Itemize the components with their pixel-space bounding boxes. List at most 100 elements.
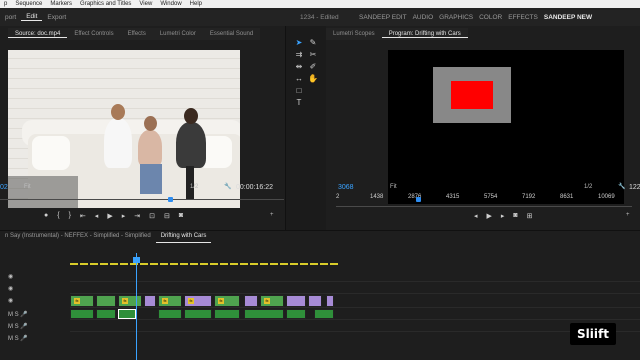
video-clip[interactable]: [326, 295, 334, 307]
video-clip[interactable]: [286, 295, 306, 307]
insert-icon[interactable]: ⊡: [149, 212, 155, 220]
step-forward-icon[interactable]: ▸: [122, 212, 126, 220]
eye-icon[interactable]: ◉: [8, 273, 13, 280]
rectangle-tool-icon[interactable]: □: [294, 86, 304, 96]
track-header-a1[interactable]: M S 🎤: [0, 309, 70, 320]
camera-icon[interactable]: ◙: [513, 212, 517, 220]
go-to-in-icon[interactable]: ⇤: [80, 212, 86, 220]
audio-clip[interactable]: [314, 309, 334, 319]
mic-icon[interactable]: M S 🎤: [8, 335, 28, 342]
eye-icon[interactable]: ◉: [8, 285, 13, 292]
pencil-tool-icon[interactable]: ✐: [308, 62, 318, 72]
video-clip[interactable]: [96, 295, 116, 307]
camera-icon[interactable]: ◙: [179, 212, 183, 220]
menu-item-markers[interactable]: Markers: [46, 1, 76, 7]
type-tool-icon[interactable]: T: [294, 98, 304, 108]
audio-clip[interactable]: [184, 309, 212, 319]
track-header-v1[interactable]: ◉: [0, 295, 70, 306]
track-header-v2[interactable]: ◉: [0, 283, 70, 294]
overwrite-icon[interactable]: ⊟: [164, 212, 170, 220]
audio-clip[interactable]: [214, 309, 240, 319]
video-clip[interactable]: [144, 295, 156, 307]
video-clip[interactable]: fx: [260, 295, 284, 307]
audio-clip[interactable]: [158, 309, 182, 319]
tab-program[interactable]: Program: Drifting with Cars: [381, 31, 468, 38]
tab-export[interactable]: Export: [42, 14, 71, 21]
source-resolution-select[interactable]: 1/2: [190, 184, 198, 190]
tab-sequence-neffex[interactable]: n Say (Instrumental) - NEFFEX - Simplifi…: [0, 233, 156, 243]
menu-item-file[interactable]: p: [0, 1, 11, 7]
source-fit-select[interactable]: Fit: [24, 184, 31, 190]
source-timecode-in[interactable]: 02: [0, 184, 8, 191]
video-clip[interactable]: fx: [184, 295, 212, 307]
add-button-icon[interactable]: +: [270, 212, 274, 218]
mark-in-icon[interactable]: {: [57, 212, 59, 220]
audio-clip[interactable]: [70, 309, 94, 319]
track-header-a2[interactable]: M S 🎤: [0, 321, 70, 332]
go-to-out-icon[interactable]: ⇥: [134, 212, 140, 220]
menu-item-graphics[interactable]: Graphics and Titles: [76, 1, 135, 7]
slip-tool-icon[interactable]: ↔: [294, 74, 304, 84]
tab-edit[interactable]: Edit: [21, 13, 43, 21]
video-clip[interactable]: fx: [214, 295, 240, 307]
program-video-frame[interactable]: [388, 50, 624, 204]
selection-tool-icon[interactable]: ➤: [294, 38, 304, 48]
program-time-ruler[interactable]: 2 1438 2876 4315 5754 7192 8631 10069: [336, 194, 624, 200]
video-clip[interactable]: fx: [118, 295, 142, 307]
source-video-frame[interactable]: [8, 50, 240, 208]
ripple-edit-icon[interactable]: ⇹: [294, 62, 304, 72]
wrench-icon[interactable]: 🔧: [618, 183, 625, 190]
razor-tool-icon[interactable]: ✂: [308, 50, 318, 60]
menu-item-window[interactable]: Window: [156, 1, 185, 7]
play-icon[interactable]: ▶: [487, 212, 492, 220]
workspace-color[interactable]: COLOR: [476, 14, 505, 21]
program-zoom-bar[interactable]: [336, 206, 632, 207]
track-select-icon[interactable]: ⇉: [294, 50, 304, 60]
track-header-v3[interactable]: ◉: [0, 271, 70, 282]
compare-icon[interactable]: ⊞: [527, 212, 533, 220]
audio-clip[interactable]: [118, 309, 136, 319]
source-time-ruler[interactable]: [0, 199, 284, 200]
video-clip[interactable]: [308, 295, 322, 307]
mic-icon[interactable]: M S 🎤: [8, 323, 28, 330]
marker-icon[interactable]: ●: [44, 212, 48, 220]
workspace-audio[interactable]: AUDIO: [410, 14, 437, 21]
video-clip[interactable]: [244, 295, 258, 307]
workspace-effects[interactable]: EFFECTS: [505, 14, 541, 21]
source-playhead[interactable]: [168, 197, 173, 202]
mic-icon[interactable]: M S 🎤: [8, 311, 28, 318]
audio-clip[interactable]: [96, 309, 116, 319]
video-clip[interactable]: fx: [70, 295, 94, 307]
tab-sequence-drifting[interactable]: Drifting with Cars: [155, 233, 212, 243]
audio-clip[interactable]: [286, 309, 306, 319]
menu-item-view[interactable]: View: [135, 1, 156, 7]
tab-essential-sound[interactable]: Essential Sound: [203, 31, 260, 37]
tab-source[interactable]: Source: doc.mp4: [8, 31, 68, 38]
hand-tool-icon[interactable]: ✋: [308, 74, 318, 84]
audio-clip[interactable]: [244, 309, 284, 319]
program-fit-select[interactable]: Fit: [390, 184, 397, 190]
step-back-icon[interactable]: ◂: [474, 212, 478, 220]
tab-import[interactable]: port: [0, 14, 21, 21]
program-playhead[interactable]: [416, 197, 421, 202]
eye-icon[interactable]: ◉: [8, 297, 13, 304]
video-clip[interactable]: fx: [158, 295, 182, 307]
tab-effect-controls[interactable]: Effect Controls: [67, 31, 120, 37]
timeline-playhead[interactable]: [136, 253, 137, 360]
tab-lumetri-scopes[interactable]: Lumetri Scopes: [326, 31, 382, 37]
play-icon[interactable]: ▶: [107, 212, 112, 220]
menu-item-sequence[interactable]: Sequence: [11, 1, 46, 7]
step-back-icon[interactable]: ◂: [95, 212, 99, 220]
workspace-sandeep-new[interactable]: SANDEEP NEW: [541, 14, 595, 21]
wrench-icon[interactable]: 🔧: [224, 183, 231, 190]
tab-lumetri-color[interactable]: Lumetri Color: [153, 31, 203, 37]
workspace-graphics[interactable]: GRAPHICS: [436, 14, 476, 21]
track-header-a3[interactable]: M S 🎤: [0, 333, 70, 344]
add-button-icon[interactable]: +: [626, 212, 630, 218]
step-forward-icon[interactable]: ▸: [501, 212, 505, 220]
tab-effects[interactable]: Effects: [121, 31, 153, 37]
menu-item-help[interactable]: Help: [186, 1, 206, 7]
program-resolution-select[interactable]: 1/2: [584, 184, 592, 190]
mark-out-icon[interactable]: }: [69, 212, 71, 220]
program-timecode-in[interactable]: 3068: [338, 184, 354, 191]
